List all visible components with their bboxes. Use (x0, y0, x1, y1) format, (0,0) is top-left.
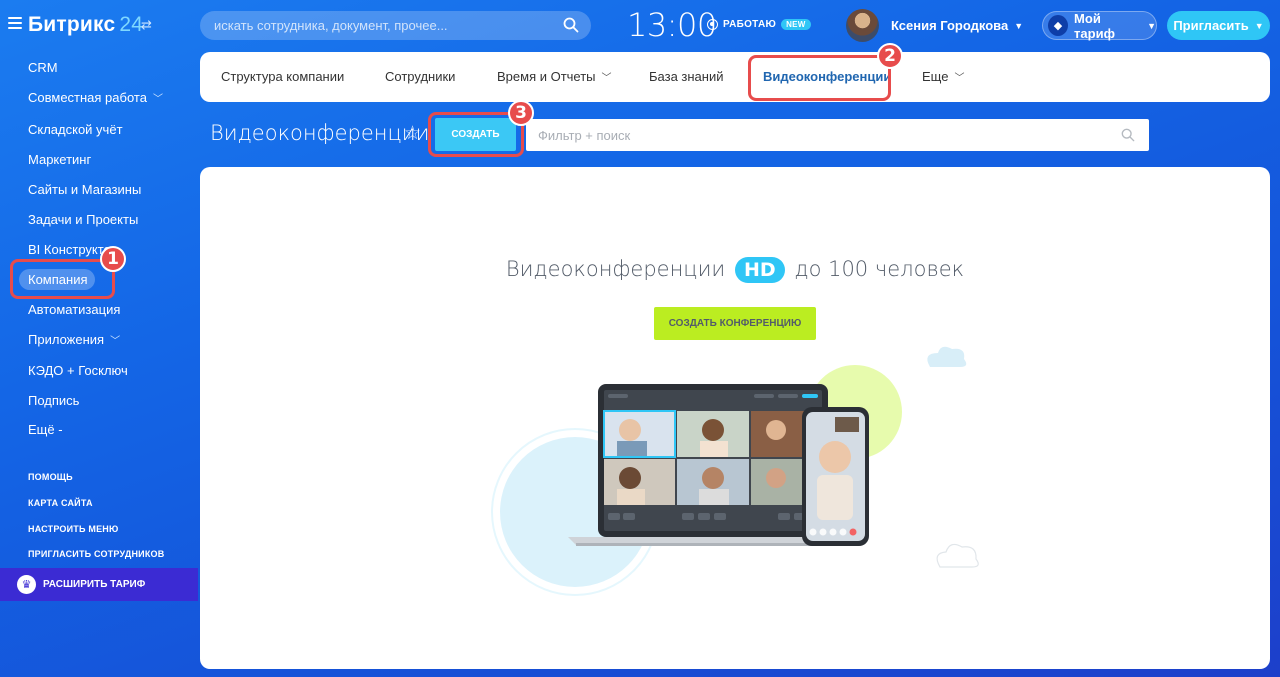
filter-search (526, 119, 1149, 151)
video-call-illustration (491, 346, 979, 596)
sidebar-item-label: CRM (28, 60, 58, 75)
diamond-icon: ◆ (1048, 15, 1069, 36)
sidebar-item-label: Совместная работа (28, 90, 147, 105)
chevron-down-icon: ﹀ (601, 73, 612, 84)
chevron-down-icon: ▼ (1254, 20, 1264, 31)
search-input[interactable] (214, 11, 554, 40)
work-status-label: РАБОТАЮ (723, 19, 777, 30)
highlight-videoconferences-tab (748, 55, 891, 101)
headline-text: Видеоконференции (505, 257, 726, 281)
record-icon (707, 19, 718, 30)
create-conference-button[interactable]: СОЗДАТЬ КОНФЕРЕНЦИЮ (654, 307, 816, 340)
sidebar-item-label: Сайты и Магазины (28, 182, 142, 197)
sidebar-item-label: Автоматизация (28, 302, 121, 317)
chevron-down-icon: ▼ (1014, 20, 1024, 31)
crown-icon: ♛ (17, 575, 36, 594)
chevron-down-icon: ﹀ (110, 336, 121, 347)
tab-label: Время и Отчеты (497, 69, 596, 84)
sidebar-item-kedo[interactable]: КЭДО + Госключ (28, 363, 128, 378)
work-status[interactable]: РАБОТАЮ NEW (707, 19, 811, 30)
sidebar-item-signature[interactable]: Подпись (28, 393, 79, 408)
tab-more[interactable]: Еще ﹀ (922, 69, 964, 84)
invite-employees-link[interactable]: ПРИГЛАСИТЬ СОТРУДНИКОВ (28, 549, 164, 559)
menu-icon[interactable] (8, 17, 22, 29)
videoconference-panel: Видеоконференции HD до 100 человек СОЗДА… (200, 167, 1270, 669)
headline-text-end: до 100 человек (794, 257, 965, 281)
sidebar-item-automation[interactable]: Автоматизация (28, 302, 120, 317)
tab-bar: Структура компании Сотрудники Время и От… (200, 52, 1270, 102)
logo-text: Битрикс (28, 13, 116, 36)
sidebar-item-collaboration[interactable]: Совместная работа ﹀ (28, 90, 163, 105)
tab-employees[interactable]: Сотрудники (385, 69, 455, 84)
configure-menu-link[interactable]: НАСТРОИТЬ МЕНЮ (28, 524, 118, 534)
tab-label: База знаний (649, 69, 724, 84)
chevron-down-icon: ▼ (1147, 20, 1156, 31)
sidebar-item-inventory[interactable]: Складской учёт (28, 122, 123, 137)
logo[interactable]: Битрикс 24 (28, 13, 143, 37)
hd-badge: HD (734, 257, 785, 283)
step-badge-2: 2 (877, 43, 903, 69)
user-menu[interactable]: Ксения Городкова ▼ (846, 9, 1023, 42)
user-name: Ксения Городкова (891, 18, 1009, 33)
sidebar-item-label: Маркетинг (28, 152, 92, 167)
sidebar-item-label: Ещё - (28, 422, 63, 437)
logo-number: 24 (119, 13, 144, 36)
clock[interactable]: 13:00 (627, 6, 717, 44)
sidebar-item-marketing[interactable]: Маркетинг (28, 152, 91, 167)
highlight-company (10, 259, 115, 299)
tab-label: Структура компании (221, 69, 345, 84)
tab-time-reports[interactable]: Время и Отчеты ﹀ (497, 69, 612, 84)
sidebar-item-label: Подпись (28, 393, 80, 408)
sidebar-item-label: Складской учёт (28, 122, 123, 137)
promo-headline: Видеоконференции HD до 100 человек (200, 257, 1270, 283)
avatar (846, 9, 879, 42)
search-bar (200, 11, 591, 40)
chevron-down-icon: ﹀ (152, 94, 163, 105)
search-icon[interactable] (563, 17, 579, 33)
sidebar-item-label: Приложения (28, 332, 105, 347)
tab-label: Сотрудники (385, 69, 456, 84)
invite-button[interactable]: Пригласить ▼ (1167, 11, 1270, 40)
my-tariff-button[interactable]: ◆ Мой тариф ▼ (1042, 10, 1157, 41)
new-badge: NEW (781, 19, 811, 30)
tab-label: Еще (922, 69, 949, 84)
sitemap-link[interactable]: КАРТА САЙТА (28, 498, 93, 508)
step-badge-3: 3 (508, 100, 534, 126)
sidebar-item-more[interactable]: Ещё - (28, 422, 63, 437)
settings-toggle-icon[interactable]: ⇄ (141, 17, 152, 33)
search-icon[interactable] (1121, 128, 1135, 142)
top-bar: Битрикс24 ⇄ 13:00 РАБОТАЮ NEW Ксения Гор… (0, 0, 1280, 52)
sidebar-item-label: Задачи и Проекты (28, 212, 139, 227)
tab-company-structure[interactable]: Структура компании (221, 69, 344, 84)
sidebar-item-sites[interactable]: Сайты и Магазины (28, 182, 141, 197)
sidebar-item-tasks[interactable]: Задачи и Проекты (28, 212, 138, 227)
sidebar-item-label: КЭДО + Госключ (28, 363, 128, 378)
sidebar-item-apps[interactable]: Приложения ﹀ (28, 332, 120, 347)
step-badge-1: 1 (100, 246, 126, 272)
help-link[interactable]: ПОМОЩЬ (28, 472, 73, 482)
filter-input[interactable] (538, 119, 1098, 151)
upgrade-tariff-button[interactable]: ♛ РАСШИРИТЬ ТАРИФ (0, 568, 198, 601)
chevron-down-icon: ﹀ (954, 73, 965, 84)
tab-knowledge-base[interactable]: База знаний (649, 69, 724, 84)
page-title: Видеоконференции (210, 121, 430, 145)
my-tariff-label: Мой тариф (1074, 10, 1115, 41)
sidebar-item-crm[interactable]: CRM (28, 60, 58, 75)
upgrade-label: РАСШИРИТЬ ТАРИФ (43, 579, 146, 590)
star-icon[interactable]: ☆ (404, 122, 421, 145)
invite-label: Пригласить (1173, 18, 1249, 33)
